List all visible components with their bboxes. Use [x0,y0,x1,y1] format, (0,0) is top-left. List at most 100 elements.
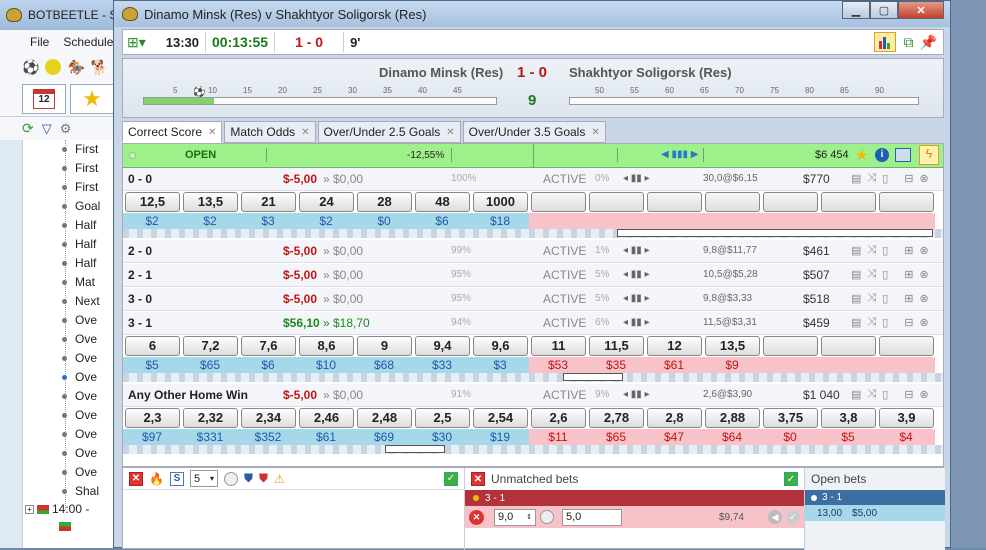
back-odds-button[interactable]: 8,6 [299,336,354,356]
close-runner-icon[interactable]: ⊗ [920,292,929,305]
tree-item[interactable]: Shal [61,482,99,501]
ladder-icon[interactable]: ▯ [882,244,888,257]
menu-schedule[interactable]: Schedule [63,35,113,49]
collapse-icon[interactable]: ⊞ [904,268,913,281]
filter-icon[interactable]: ▽ [42,121,52,137]
collapse-icon[interactable]: ⊟ [904,316,913,329]
odds-input[interactable]: 9,0 ⇕ [494,508,536,526]
back-odds-button[interactable]: 2,3 [125,408,180,428]
shield-red-icon[interactable]: ⛊ [259,471,268,486]
swap-icon[interactable]: ⤨ [867,268,876,281]
ladder-mini-icon[interactable]: ◂ ▮▮ ▸ [623,173,650,184]
tree-item[interactable]: Next [62,292,100,311]
shield-blue-icon[interactable]: ⛊ [244,471,253,486]
back-odds-button[interactable]: 2,46 [299,408,354,428]
close-runner-icon[interactable]: ⊗ [920,172,929,185]
ladder-icon[interactable]: ▯ [882,316,888,329]
tree-item[interactable]: Ove [61,330,97,349]
lay-odds-button[interactable] [763,336,818,356]
collapse-icon[interactable]: ⊟ [904,388,913,401]
back-odds-button[interactable]: 2,32 [183,408,238,428]
ladder-icon[interactable]: ▯ [882,172,888,185]
lay-odds-button[interactable]: 2,8 [647,408,702,428]
ladder-mini-icon[interactable]: ◂ ▮▮ ▸ [623,389,650,400]
flame-icon[interactable]: 🔥 [149,472,164,486]
price-ladder-strip[interactable] [123,445,943,454]
pin-icon[interactable]: 📌 [920,34,937,51]
tree-item[interactable]: Half [61,216,96,235]
cancel-bet-icon[interactable]: ✕ [469,509,484,525]
lay-odds-button[interactable]: 13,5 [705,336,760,356]
back-odds-button[interactable]: 9 [357,336,412,356]
back-odds-button[interactable]: 12,5 [125,192,180,212]
runner-row[interactable]: 3 - 1 $56,10» $18,70 94% ACTIVE 6% ◂ ▮▮ ▸ 11,5… [123,312,943,335]
runner-row[interactable]: 3 - 0 $-5,00 » $0,00 95% ACTIVE 5% ◂ ▮▮ ▸ 9,8@$… [123,288,943,311]
lay-odds-button[interactable] [879,336,934,356]
favorites-tab[interactable]: ★ [70,84,114,114]
collapse-icon[interactable]: ⊞ [904,244,913,257]
swap-icon[interactable]: ⤨ [867,244,876,257]
tree-item[interactable]: Mat [61,273,95,292]
back-odds-button[interactable]: 2,5 [415,408,470,428]
confirm-bet-icon[interactable]: ✓ [786,510,800,524]
tree-item[interactable]: Ove [61,387,97,406]
lay-odds-button[interactable] [647,192,702,212]
ladder-icon[interactable]: ▯ [882,388,888,401]
runner-row[interactable]: Any Other Home Win $-5,00 » $0,00 91% ACTIVE… [123,384,943,407]
back-odds-button[interactable]: 28 [357,192,412,212]
runner-row[interactable]: 2 - 0 $-5,00 » $0,00 99% ACTIVE 1% ◂ ▮▮ ▸ 9,8@$… [123,240,943,263]
lay-odds-button[interactable] [705,192,760,212]
tree-item[interactable]: Goal [61,197,100,216]
close-runner-icon[interactable]: ⊗ [920,316,929,329]
new-window-icon[interactable]: ⧉ [904,34,914,51]
close-runner-icon[interactable]: ⊗ [920,388,929,401]
back-odds-button[interactable]: 21 [241,192,296,212]
price-ladder-strip[interactable] [123,229,943,238]
lay-odds-button[interactable] [879,192,934,212]
stop-icon[interactable] [223,471,238,486]
tree-item[interactable]: First [61,159,98,178]
back-odds-button[interactable]: 2,34 [241,408,296,428]
tree-item[interactable]: First [61,140,98,159]
close-runner-icon[interactable]: ⊗ [920,268,929,281]
ladder-window[interactable] [617,229,933,237]
soccer-ball-icon[interactable]: ⚽ [22,59,39,76]
lay-odds-button[interactable]: 2,88 [705,408,760,428]
market-window-titlebar[interactable]: Dinamo Minsk (Res) v Shakhtyor Soligorsk… [114,1,950,27]
back-odds-button[interactable]: 48 [415,192,470,212]
chart-icon[interactable]: ▤ [851,244,861,257]
ladder-window[interactable] [563,373,623,381]
runner-row[interactable]: 0 - 0 $-5,00 » $0,00 100% ACTIVE 0% ◂ ▮▮ ▸ 30,0… [123,168,943,191]
add-window-icon[interactable]: ⊞▾ [127,34,146,51]
open-bet-row[interactable]: 13,00 $5,00 [805,505,945,521]
back-arrow-icon[interactable]: ◀ [768,510,782,524]
tab-over-under-2-5[interactable]: Over/Under 2.5 Goals ✕ [317,121,461,143]
chart-icon[interactable] [873,32,896,52]
back-odds-button[interactable]: 1000 [473,192,528,212]
chart-icon[interactable]: ▤ [851,316,861,329]
ladder-mini-icon[interactable]: ◂ ▮▮ ▸ [623,269,650,280]
tree-item[interactable]: Half [61,254,96,273]
ladder-window[interactable] [385,445,445,453]
ladder-icon[interactable]: ▯ [882,292,888,305]
close-tab-icon[interactable]: ✕ [591,127,599,138]
cancel-all-icon[interactable]: ✕ [129,471,143,486]
lightning-icon[interactable]: ϟ [919,145,939,165]
back-odds-button[interactable]: 13,5 [183,192,238,212]
lay-odds-button[interactable]: 11 [531,336,586,356]
back-window-titlebar[interactable]: BOTBEETLE - S [0,0,121,30]
minimize-button[interactable]: ▁ [842,1,870,19]
price-ladder-strip[interactable] [123,373,943,382]
ladder-icon[interactable]: ▯ [882,268,888,281]
ladder-nav-icon[interactable]: ◀ ▮▮▮ ▶ [661,149,698,160]
back-odds-button[interactable]: 9,4 [415,336,470,356]
menu-file[interactable]: File [30,35,49,49]
chart-icon[interactable] [895,148,911,162]
cancel-unmatched-icon[interactable]: ✕ [471,472,485,486]
tennis-ball-icon[interactable] [45,59,62,75]
lay-odds-button[interactable] [589,192,644,212]
back-odds-button[interactable]: 2,48 [357,408,412,428]
close-button[interactable]: ✕ [898,1,944,19]
swap-icon[interactable]: ⤨ [867,388,876,401]
back-odds-button[interactable]: 7,6 [241,336,296,356]
